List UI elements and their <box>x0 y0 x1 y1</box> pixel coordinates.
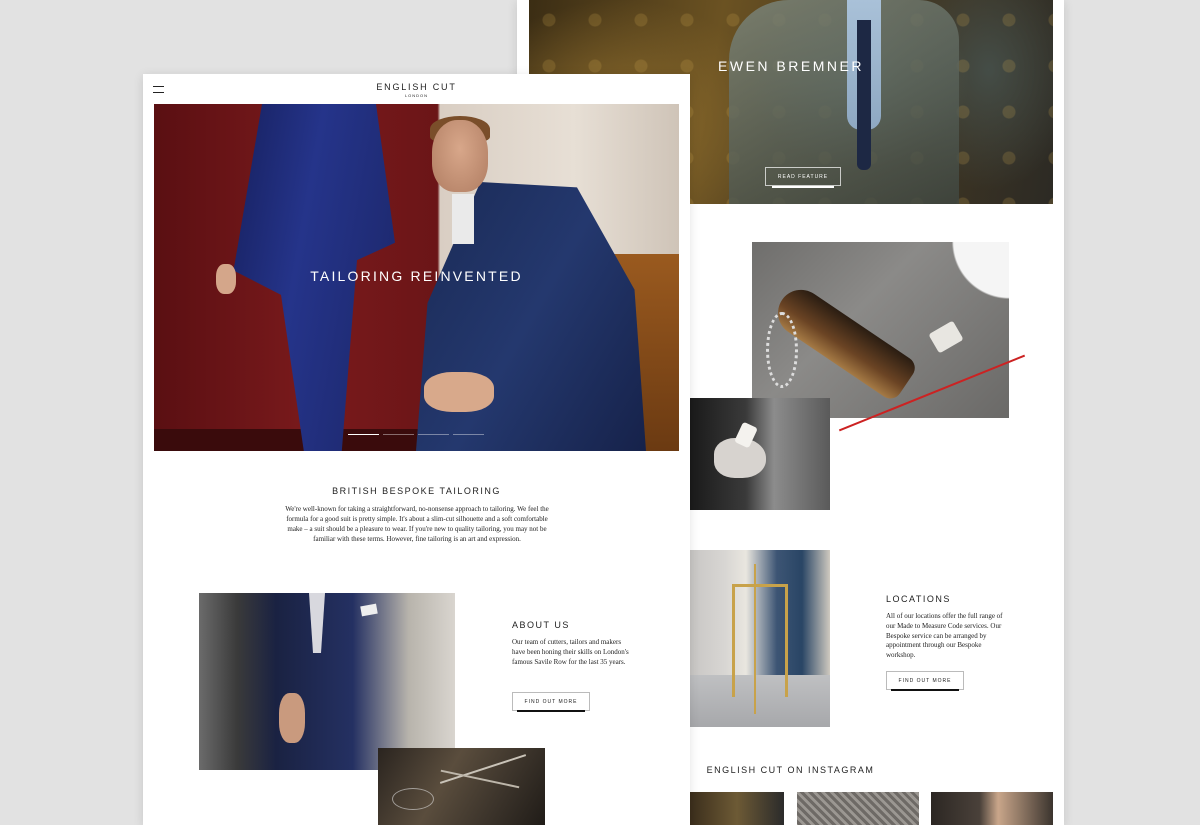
brass-fitting-room-frame <box>732 584 788 697</box>
tailor-chalk-shape <box>928 320 964 354</box>
instagram-thumbnail[interactable] <box>931 792 1053 825</box>
site-logo[interactable]: ENGLISH CUT LONDON <box>143 82 690 98</box>
chalk-scribble <box>392 788 434 810</box>
instagram-thumbnail[interactable] <box>690 792 784 825</box>
about-find-out-more-button[interactable]: FIND OUT MORE <box>512 692 590 712</box>
lamp-shape <box>939 242 1009 302</box>
hero-title: TAILORING REINVENTED <box>310 268 523 284</box>
slider-dot[interactable] <box>348 434 379 435</box>
logo-city: LONDON <box>404 93 429 98</box>
hero-floor <box>154 429 444 451</box>
slider-dot[interactable] <box>453 434 484 435</box>
intro-title: BRITISH BESPOKE TAILORING <box>332 486 501 496</box>
seated-model-head <box>432 120 488 192</box>
pocket-square-shape <box>360 603 378 617</box>
feature-suit-image <box>729 0 959 204</box>
feature-tie <box>857 20 871 170</box>
seated-model-hands <box>424 372 494 412</box>
instagram-thumbnail[interactable] <box>797 792 919 825</box>
clothes-brush-image <box>752 242 1026 432</box>
about-title: ABOUT US <box>512 620 570 630</box>
shirt-collar-shape <box>309 593 325 653</box>
locations-title: LOCATIONS <box>886 594 951 604</box>
left-page-mockup: ENGLISH CUT LONDON TAILORING REINVENTED … <box>143 74 690 825</box>
feature-title: EWEN BREMNER <box>718 58 864 74</box>
seated-model-shirt <box>452 194 474 244</box>
logo-brand: ENGLISH CUT <box>376 82 457 92</box>
slider-dot[interactable] <box>383 434 414 435</box>
suit-portrait-image <box>199 593 455 770</box>
chalk-hand-image <box>690 398 830 510</box>
hero-slider[interactable]: TAILORING REINVENTED <box>154 104 679 451</box>
tailoring-tools-image <box>378 748 545 825</box>
about-text: Our team of cutters, tailors and makers … <box>512 638 629 666</box>
locations-find-out-more-button[interactable]: FIND OUT MORE <box>886 671 964 691</box>
locations-text: All of our locations offer the full rang… <box>886 612 1003 660</box>
brass-rail <box>754 564 756 714</box>
slider-dot[interactable] <box>418 434 449 435</box>
intro-text: We're well-known for taking a straightfo… <box>285 505 549 543</box>
store-interior-image <box>690 550 830 727</box>
hand-shape <box>279 693 305 743</box>
read-feature-button[interactable]: READ FEATURE <box>765 167 841 188</box>
slider-dots <box>348 434 484 435</box>
measuring-tape-shape <box>766 312 798 388</box>
